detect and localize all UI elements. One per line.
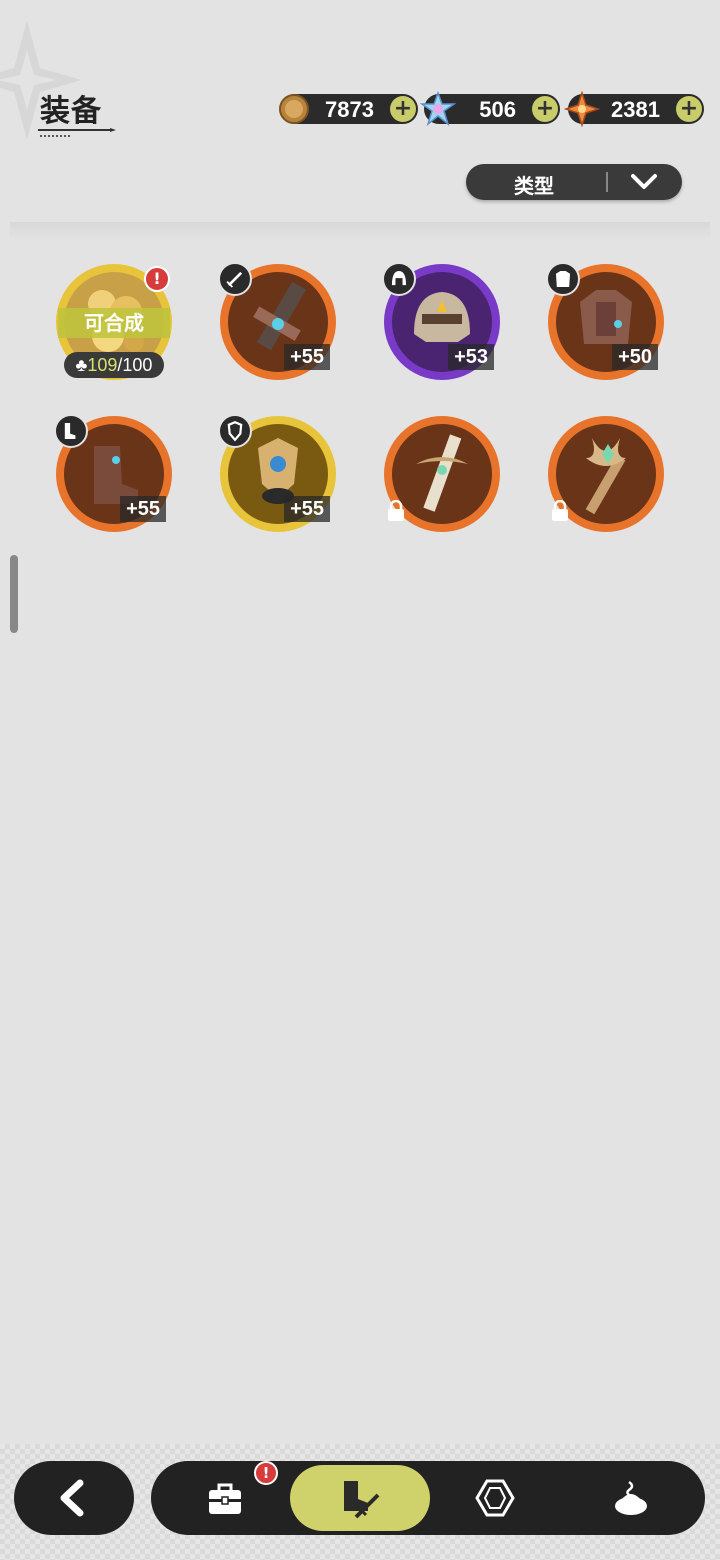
star-value: 2381	[611, 97, 660, 122]
chevron-left-icon	[60, 1479, 84, 1517]
equipment-item-fragment[interactable]: 可合成 ♣109/100 !	[56, 264, 172, 380]
sword-icon	[218, 262, 252, 296]
equipment-item-boots[interactable]: +55	[54, 414, 172, 532]
equipment-item-armor[interactable]: +50	[546, 262, 664, 380]
item-level: +53	[448, 344, 494, 370]
item-level: +55	[120, 496, 166, 522]
helmet-icon	[382, 262, 416, 296]
add-star-button[interactable]: +	[676, 96, 702, 122]
tab-equipment[interactable]	[290, 1465, 430, 1531]
filter-divider	[606, 172, 608, 192]
item-level: +50	[612, 344, 658, 370]
armor-icon	[546, 262, 580, 296]
item-level: +55	[284, 344, 330, 370]
fragment-count: ♣109/100	[64, 352, 164, 378]
synthesizable-label: 可合成	[58, 308, 170, 338]
gold-coin-icon	[279, 94, 309, 124]
tab-bar	[151, 1461, 705, 1535]
currency-gold: 7873 +	[279, 94, 418, 124]
shield-icon	[218, 414, 252, 448]
fragment-total: /100	[117, 355, 153, 375]
back-button[interactable]	[14, 1461, 134, 1535]
header-divider	[10, 222, 710, 240]
equipment-alert-badge: !	[254, 1461, 278, 1485]
orange-star-icon	[564, 91, 600, 127]
equipment-item-locked-staff[interactable]	[548, 416, 664, 532]
crystal-value: 506	[479, 97, 516, 122]
page-title: 装备	[40, 94, 102, 129]
currency-crystal: 506 +	[420, 91, 560, 127]
chevron-down-icon	[631, 174, 657, 189]
type-filter-label: 类型	[514, 174, 554, 198]
scrollbar[interactable]	[10, 555, 18, 633]
add-gold-button[interactable]: +	[390, 96, 416, 122]
alert-badge: !	[144, 266, 170, 292]
tab-cooking[interactable]	[581, 1461, 681, 1535]
equipment-item-locked-sword[interactable]	[384, 416, 500, 532]
equipment-item-helmet[interactable]: +53	[382, 262, 500, 380]
item-level: +55	[284, 496, 330, 522]
tab-gem[interactable]	[445, 1461, 545, 1535]
currency-star: 2381 +	[564, 91, 704, 127]
gem-hexagon-icon	[475, 1479, 515, 1517]
equipment-item-sword[interactable]: +55	[218, 262, 336, 380]
title-underline	[38, 128, 116, 137]
ornate-sword-art-icon	[392, 424, 492, 524]
crystal-gem-icon	[420, 91, 456, 127]
gold-value: 7873	[325, 97, 374, 122]
cooking-pot-icon	[615, 1480, 647, 1515]
boot-sword-icon	[344, 1481, 380, 1519]
staff-art-icon	[556, 424, 656, 524]
boots-icon	[54, 414, 88, 448]
fragment-have: 109	[87, 355, 118, 375]
lock-icon	[388, 500, 404, 521]
backpack-icon	[209, 1483, 241, 1514]
type-filter-dropdown[interactable]: 类型	[466, 164, 682, 200]
lock-icon	[552, 500, 568, 521]
equipment-item-shield[interactable]: +55	[218, 414, 336, 532]
puzzle-piece-icon: ♣	[75, 355, 88, 375]
add-crystal-button[interactable]: +	[532, 96, 558, 122]
